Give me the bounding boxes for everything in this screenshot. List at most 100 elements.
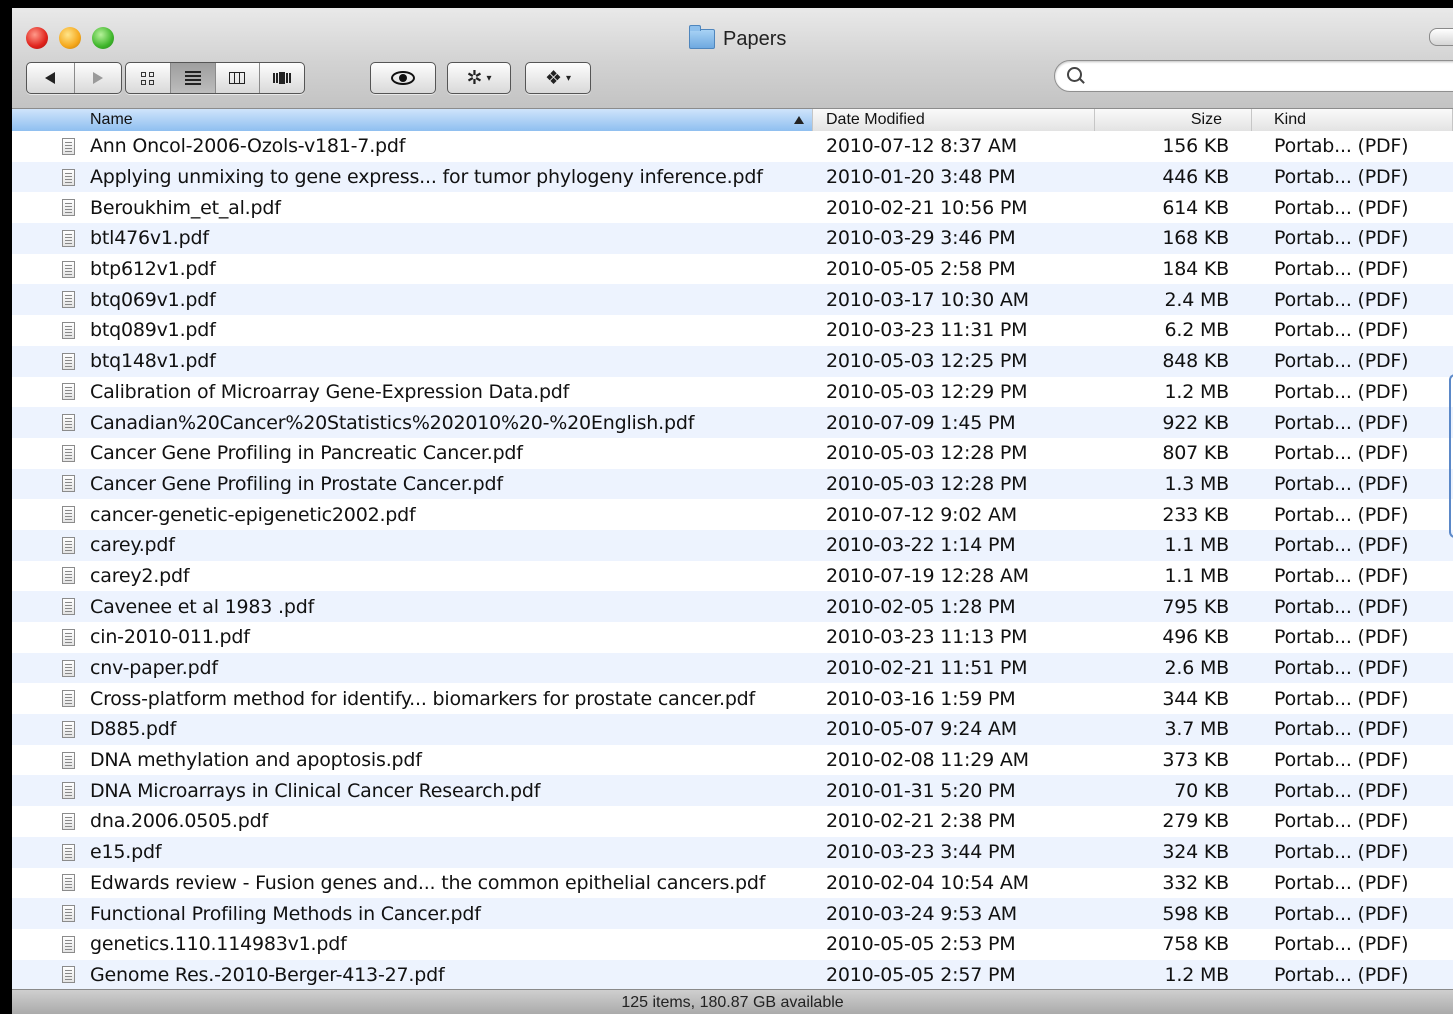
file-size: 168 KB: [1162, 227, 1229, 250]
file-size: 1.1 MB: [1164, 534, 1230, 557]
file-row[interactable]: Canadian%20Cancer%20Statistics%202010%20…: [12, 407, 1453, 438]
file-row[interactable]: e15.pdf 2010-03-23 3:44 PM 324 KB Portab...…: [12, 836, 1453, 868]
file-name: cin-2010-011.pdf: [90, 626, 250, 649]
file-kind: Portab... (PDF): [1274, 810, 1409, 833]
file-row[interactable]: D885.pdf 2010-05-07 9:24 AM 3.7 MB Portab..…: [12, 714, 1453, 745]
icon-view-button[interactable]: [126, 63, 171, 93]
dropbox-menu-button[interactable]: ❖ ▾: [526, 63, 590, 93]
pdf-file-icon: [62, 960, 80, 989]
back-button[interactable]: [27, 63, 75, 93]
column-header-name-label: Name: [90, 111, 133, 128]
file-kind: Portab... (PDF): [1274, 442, 1409, 465]
file-row[interactable]: Functional Profiling Methods in Cancer.p…: [12, 898, 1453, 929]
file-date-modified: 2010-05-05 2:58 PM: [826, 258, 1016, 281]
cover-flow-view-button[interactable]: [260, 63, 304, 93]
scroll-thumb[interactable]: [1449, 374, 1453, 538]
cover-flow-icon: [273, 72, 292, 84]
file-row[interactable]: Genome Res.-2010-Berger-413-27.pdf 2010-0…: [12, 959, 1453, 989]
file-kind: Portab... (PDF): [1274, 258, 1409, 281]
file-date-modified: 2010-03-22 1:14 PM: [826, 534, 1016, 557]
file-date-modified: 2010-07-19 12:28 AM: [826, 564, 1029, 587]
file-row[interactable]: cin-2010-011.pdf 2010-03-23 11:13 PM 496 K…: [12, 622, 1453, 653]
file-date-modified: 2010-05-03 12:25 PM: [826, 350, 1028, 373]
list-view-button[interactable]: [170, 63, 216, 93]
file-kind: Portab... (PDF): [1274, 380, 1409, 403]
file-size: 614 KB: [1162, 196, 1229, 219]
column-header-size[interactable]: Size: [1095, 109, 1252, 131]
file-row[interactable]: Applying unmixing to gene express... for…: [12, 161, 1453, 193]
file-name: btq089v1.pdf: [90, 319, 216, 342]
file-list: Ann Oncol-2006-Ozols-v181-7.pdf 2010-07-1…: [12, 131, 1453, 989]
file-name: Canadian%20Cancer%20Statistics%202010%20…: [90, 411, 695, 434]
vertical-scrollbar[interactable]: [1447, 131, 1453, 989]
file-date-modified: 2010-02-21 2:38 PM: [826, 810, 1016, 833]
file-size: 758 KB: [1162, 933, 1229, 956]
file-row[interactable]: Ann Oncol-2006-Ozols-v181-7.pdf 2010-07-1…: [12, 131, 1453, 162]
forward-button[interactable]: [75, 63, 122, 93]
file-row[interactable]: genetics.110.114983v1.pdf 2010-05-05 2:53…: [12, 928, 1453, 960]
column-header-date-modified[interactable]: Date Modified: [813, 109, 1095, 131]
column-header-kind[interactable]: Kind: [1252, 109, 1453, 131]
file-row[interactable]: Cancer Gene Profiling in Pancreatic Canc…: [12, 437, 1453, 469]
view-mode-control: [125, 62, 305, 94]
file-row[interactable]: Cavenee et al 1983 .pdf 2010-02-05 1:28 P…: [12, 591, 1453, 622]
file-row[interactable]: btq148v1.pdf 2010-05-03 12:25 PM 848 KB Por…: [12, 345, 1453, 377]
close-window-button[interactable]: [26, 27, 48, 49]
search-input[interactable]: [1089, 65, 1453, 87]
pdf-file-icon: [62, 469, 80, 500]
file-kind: Portab... (PDF): [1274, 871, 1409, 894]
toolbar-toggle-button[interactable]: [1429, 28, 1453, 46]
file-row[interactable]: btp612v1.pdf 2010-05-05 2:58 PM 184 KB Port…: [12, 253, 1453, 285]
file-kind: Portab... (PDF): [1274, 564, 1409, 587]
search-field[interactable]: [1054, 60, 1453, 92]
file-row[interactable]: Beroukhim_et_al.pdf 2010-02-21 10:56 PM 61…: [12, 192, 1453, 224]
chevron-down-icon: ▾: [566, 72, 572, 84]
pdf-file-icon: [62, 315, 80, 346]
pdf-file-icon: [62, 806, 80, 837]
file-kind: Portab... (PDF): [1274, 534, 1409, 557]
pdf-file-icon: [62, 775, 80, 806]
column-view-button[interactable]: [216, 63, 261, 93]
minimize-window-button[interactable]: [59, 27, 81, 49]
file-date-modified: 2010-05-05 2:53 PM: [826, 933, 1016, 956]
window-title: Papers: [689, 25, 786, 52]
file-kind: Portab... (PDF): [1274, 196, 1409, 219]
file-row[interactable]: btl476v1.pdf 2010-03-29 3:46 PM 168 KB Port…: [12, 223, 1453, 254]
zoom-window-button[interactable]: [92, 27, 114, 49]
file-name: DNA Microarrays in Clinical Cancer Resea…: [90, 779, 541, 802]
column-header: Name Date Modified Size Kind: [12, 109, 1453, 132]
file-row[interactable]: carey2.pdf 2010-07-19 12:28 AM 1.1 MB Porta…: [12, 560, 1453, 592]
file-size: 795 KB: [1162, 595, 1229, 618]
file-row[interactable]: cancer-genetic-epigenetic2002.pdf 2010-07…: [12, 499, 1453, 530]
file-name: e15.pdf: [90, 841, 162, 864]
file-date-modified: 2010-05-07 9:24 AM: [826, 718, 1017, 741]
file-row[interactable]: Cross-platform method for identify... bi…: [12, 683, 1453, 715]
file-date-modified: 2010-03-23 11:31 PM: [826, 319, 1028, 342]
file-row[interactable]: dna.2006.0505.pdf 2010-02-21 2:38 PM 279 K…: [12, 806, 1453, 837]
file-name: Genome Res.-2010-Berger-413-27.pdf: [90, 963, 445, 986]
quick-look-button[interactable]: [371, 63, 435, 93]
file-kind: Portab... (PDF): [1274, 227, 1409, 250]
file-row[interactable]: Calibration of Microarray Gene-Expressio…: [12, 376, 1453, 408]
file-row[interactable]: Cancer Gene Profiling in Prostate Cancer…: [12, 468, 1453, 500]
file-row[interactable]: Edwards review - Fusion genes and... the…: [12, 867, 1453, 899]
file-size: 3.7 MB: [1164, 718, 1230, 741]
file-date-modified: 2010-07-09 1:45 PM: [826, 411, 1016, 434]
file-kind: Portab... (PDF): [1274, 718, 1409, 741]
file-row[interactable]: DNA Microarrays in Clinical Cancer Resea…: [12, 775, 1453, 807]
file-row[interactable]: carey.pdf 2010-03-22 1:14 PM 1.1 MB Portab.…: [12, 529, 1453, 561]
folder-icon: [689, 25, 715, 49]
file-row[interactable]: cnv-paper.pdf 2010-02-21 11:51 PM 2.6 MB Po…: [12, 652, 1453, 684]
file-date-modified: 2010-03-16 1:59 PM: [826, 687, 1016, 710]
file-name: Cross-platform method for identify... bi…: [90, 687, 756, 710]
column-header-name[interactable]: Name: [12, 109, 813, 131]
file-date-modified: 2010-07-12 8:37 AM: [826, 135, 1017, 158]
file-row[interactable]: DNA methylation and apoptosis.pdf 2010-02…: [12, 744, 1453, 776]
file-size: 324 KB: [1162, 841, 1229, 864]
file-size: 6.2 MB: [1164, 319, 1230, 342]
action-menu-button[interactable]: ✲ ▾: [448, 63, 510, 93]
finder-window: Papers ✲ ▾ ❖ ▾ Name Date Modified Size K…: [12, 8, 1453, 1014]
quick-look-control: [370, 62, 436, 94]
file-row[interactable]: btq089v1.pdf 2010-03-23 11:31 PM 6.2 MB Por…: [12, 315, 1453, 346]
file-row[interactable]: btq069v1.pdf 2010-03-17 10:30 AM 2.4 MB Por…: [12, 284, 1453, 316]
